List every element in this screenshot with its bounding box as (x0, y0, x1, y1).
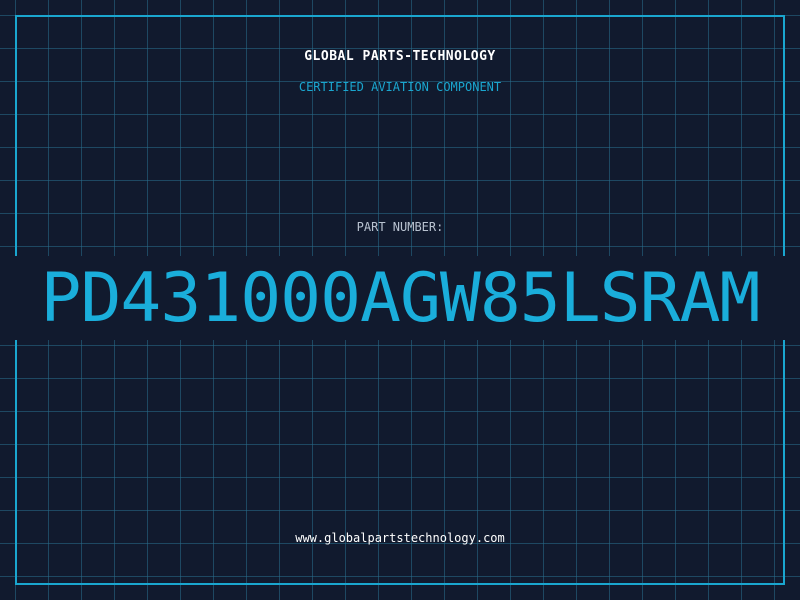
certification-subtitle: CERTIFIED AVIATION COMPONENT (298, 80, 502, 94)
part-number-label: PART NUMBER: (356, 220, 444, 234)
company-name: GLOBAL PARTS-TECHNOLOGY (304, 49, 496, 64)
part-number-value: PD431000AGW85LSRAM (40, 259, 761, 338)
website-url: www.globalpartstechnology.com (295, 531, 505, 545)
label-page: GLOBAL PARTS-TECHNOLOGY CERTIFIED AVIATI… (0, 0, 800, 600)
